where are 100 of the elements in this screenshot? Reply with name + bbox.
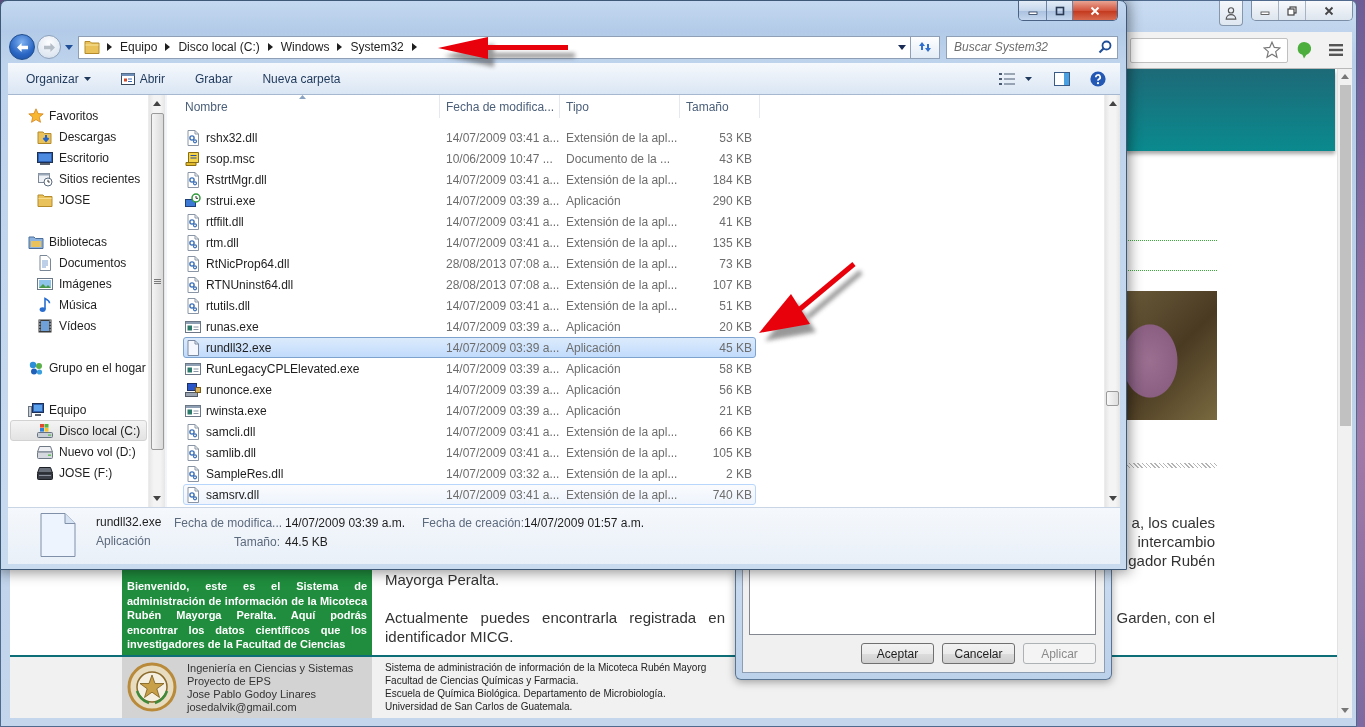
toolbar-button[interactable]: Grabar xyxy=(189,66,239,91)
blank-document-icon xyxy=(38,512,78,558)
nav-item[interactable]: Favoritos xyxy=(10,105,147,126)
file-row[interactable]: RunLegacyCPLElevated.exe 14/07/2009 03:39 a... Aplicación 58 KB xyxy=(183,358,756,379)
search-icon[interactable] xyxy=(1098,40,1112,54)
close-button[interactable] xyxy=(1073,1,1117,20)
file-row[interactable]: runas.exe 14/07/2009 03:39 a... Aplicación 20 KB xyxy=(183,316,756,337)
search-field[interactable]: Buscar System32 xyxy=(946,35,1118,59)
star-icon[interactable] xyxy=(1263,41,1281,59)
drive-icon xyxy=(37,422,53,439)
dialog-button[interactable]: Cancelar xyxy=(942,643,1015,664)
breadcrumb[interactable]: Windows xyxy=(279,40,331,54)
file-row[interactable]: rtutils.dll 14/07/2009 03:41 a... Extensión de la apl... 51 KB xyxy=(183,295,756,316)
file-row[interactable]: rwinsta.exe 14/07/2009 03:39 a... Aplicación 21 KB xyxy=(183,400,756,421)
file-row[interactable]: rstrui.exe 14/07/2009 03:39 a... Aplicación 290 KB xyxy=(183,190,756,211)
nav-item[interactable]: Escritorio xyxy=(10,147,147,168)
column-header[interactable]: Fecha de modifica... xyxy=(440,95,560,118)
caret-icon[interactable] xyxy=(337,43,343,51)
file-row[interactable]: samlib.dll 14/07/2009 03:41 a... Extensión de la apl... 105 KB xyxy=(183,442,756,463)
nav-item[interactable]: JOSE (F:) xyxy=(10,462,147,483)
gear-document-icon xyxy=(185,129,201,146)
nav-item[interactable]: JOSE xyxy=(10,189,147,210)
caret-icon[interactable] xyxy=(898,44,906,50)
nav-item[interactable]: Disco local (C:) xyxy=(10,420,147,441)
table-cell-text: 28/08/2013 07:08 a... xyxy=(445,277,561,292)
toolbar-button[interactable]: Nueva carpeta xyxy=(256,66,347,91)
file-name: rundll32.exe xyxy=(206,340,272,355)
nav-item[interactable]: Documentos xyxy=(10,252,147,273)
file-row[interactable]: rshx32.dll 14/07/2009 03:41 a... Extensión de la apl... 53 KB xyxy=(183,127,756,148)
caret-icon[interactable] xyxy=(165,43,171,51)
nav-item[interactable]: Nuevo vol (D:) xyxy=(10,441,147,462)
back-button[interactable] xyxy=(9,34,35,60)
table-cell-text: 14/07/2009 03:41 a... xyxy=(445,424,561,439)
column-header[interactable]: Tamaño xyxy=(680,95,760,118)
table-cell-text: 14/07/2009 03:41 a... xyxy=(445,235,561,250)
down-arrow-icon[interactable] xyxy=(1108,496,1117,501)
profile-button[interactable] xyxy=(1219,1,1243,26)
file-row[interactable]: RtNicProp64.dll 28/08/2013 07:08 a... Extensión de la apl... 73 KB xyxy=(183,253,756,274)
gear-document-icon xyxy=(185,276,201,293)
breadcrumb[interactable]: Disco local (C:) xyxy=(177,40,261,54)
up-arrow-icon[interactable] xyxy=(1341,74,1349,79)
nav-item[interactable]: Descargas xyxy=(10,126,147,147)
nav-item[interactable]: Grupo en el hogar xyxy=(10,357,147,378)
caret-icon[interactable] xyxy=(267,43,273,51)
file-row[interactable]: RTNUninst64.dll 28/08/2013 07:08 a... Extensión de la apl... 107 KB xyxy=(183,274,756,295)
nav-item[interactable]: Música xyxy=(10,294,147,315)
nav-item[interactable]: Equipo xyxy=(10,399,147,420)
scrollbar[interactable] xyxy=(1337,69,1352,718)
nav-item[interactable]: Vídeos xyxy=(10,315,147,336)
file-row[interactable]: rtm.dll 14/07/2009 03:41 a... Extensión de la apl... 135 KB xyxy=(183,232,756,253)
down-arrow-icon[interactable] xyxy=(1341,708,1349,713)
toolbar-button[interactable]: Abrir xyxy=(114,66,172,91)
text-line: gador Rubén xyxy=(1128,551,1215,570)
maximize-button[interactable] xyxy=(1047,1,1073,20)
body-text: Garden, con el xyxy=(1116,608,1215,627)
down-arrow-icon[interactable] xyxy=(153,496,161,501)
caret-icon[interactable] xyxy=(107,43,112,51)
nav-item[interactable]: Sitios recientes xyxy=(10,168,147,189)
breadcrumb[interactable]: Equipo xyxy=(119,40,159,54)
homegroup-icon xyxy=(28,359,44,376)
refresh-button[interactable] xyxy=(911,35,940,59)
up-arrow-icon[interactable] xyxy=(153,101,161,106)
scrollbar[interactable] xyxy=(1104,95,1120,507)
file-name: RunLegacyCPLElevated.exe xyxy=(206,361,360,376)
file-name: runonce.exe xyxy=(206,382,273,397)
computer-box-icon xyxy=(185,381,201,398)
column-header[interactable]: Tipo xyxy=(560,95,680,118)
breadcrumb[interactable]: System32 xyxy=(349,40,405,54)
scrollbar-thumb[interactable] xyxy=(1106,391,1119,406)
menu-icon[interactable] xyxy=(1329,43,1343,57)
detail-value: 44.5 KB xyxy=(285,534,329,549)
address-bar[interactable]: Equipo Disco local (C:) Windows System32 xyxy=(78,35,911,59)
address-field[interactable] xyxy=(1130,37,1288,63)
caret-icon[interactable] xyxy=(411,43,417,51)
close-button[interactable] xyxy=(1306,1,1352,20)
file-name: SampleRes.dll xyxy=(206,466,284,481)
text-area[interactable] xyxy=(749,570,1096,635)
scrollbar-thumb[interactable] xyxy=(1339,85,1351,426)
dialog-button[interactable]: Aceptar xyxy=(861,643,934,664)
speech-bubble-icon[interactable] xyxy=(1296,41,1312,59)
toolbar-button[interactable]: Organizar xyxy=(20,66,97,91)
nav-item[interactable]: Bibliotecas xyxy=(10,231,147,252)
nav-item[interactable]: Imágenes xyxy=(10,273,147,294)
column-header[interactable]: Nombre xyxy=(167,95,440,118)
file-row[interactable]: rtffilt.dll 14/07/2009 03:41 a... Extensión de la apl... 41 KB xyxy=(183,211,756,232)
file-row[interactable]: samsrv.dll 14/07/2009 03:41 a... Extensión de la apl... 740 KB xyxy=(183,484,756,505)
file-row[interactable]: SampleRes.dll 14/07/2009 03:32 a... Extensión de la apl... 2 KB xyxy=(183,463,756,484)
up-arrow-icon[interactable] xyxy=(1108,101,1117,106)
scrollbar[interactable] xyxy=(148,95,165,507)
file-row[interactable]: runonce.exe 14/07/2009 03:39 a... Aplicación 56 KB xyxy=(183,379,756,400)
close-icon xyxy=(1090,5,1100,16)
file-row[interactable]: rundll32.exe 14/07/2009 03:39 a... Aplicación 45 KB xyxy=(183,337,756,358)
file-row[interactable]: samcli.dll 14/07/2009 03:41 a... Extensión de la apl... 66 KB xyxy=(183,421,756,442)
table-cell-text: Extensión de la apl... xyxy=(565,487,679,502)
file-name: rtffilt.dll xyxy=(206,214,244,229)
footer-text: josedalvik@gmail.com xyxy=(187,701,298,714)
file-row[interactable]: RstrtMgr.dll 14/07/2009 03:41 a... Extensión de la apl... 184 KB xyxy=(183,169,756,190)
file-row[interactable]: rsop.msc 10/06/2009 10:47 ... Documento de la ... 43 KB xyxy=(183,148,756,169)
maximize-button[interactable] xyxy=(1279,1,1306,20)
scrollbar-thumb[interactable] xyxy=(150,113,164,450)
